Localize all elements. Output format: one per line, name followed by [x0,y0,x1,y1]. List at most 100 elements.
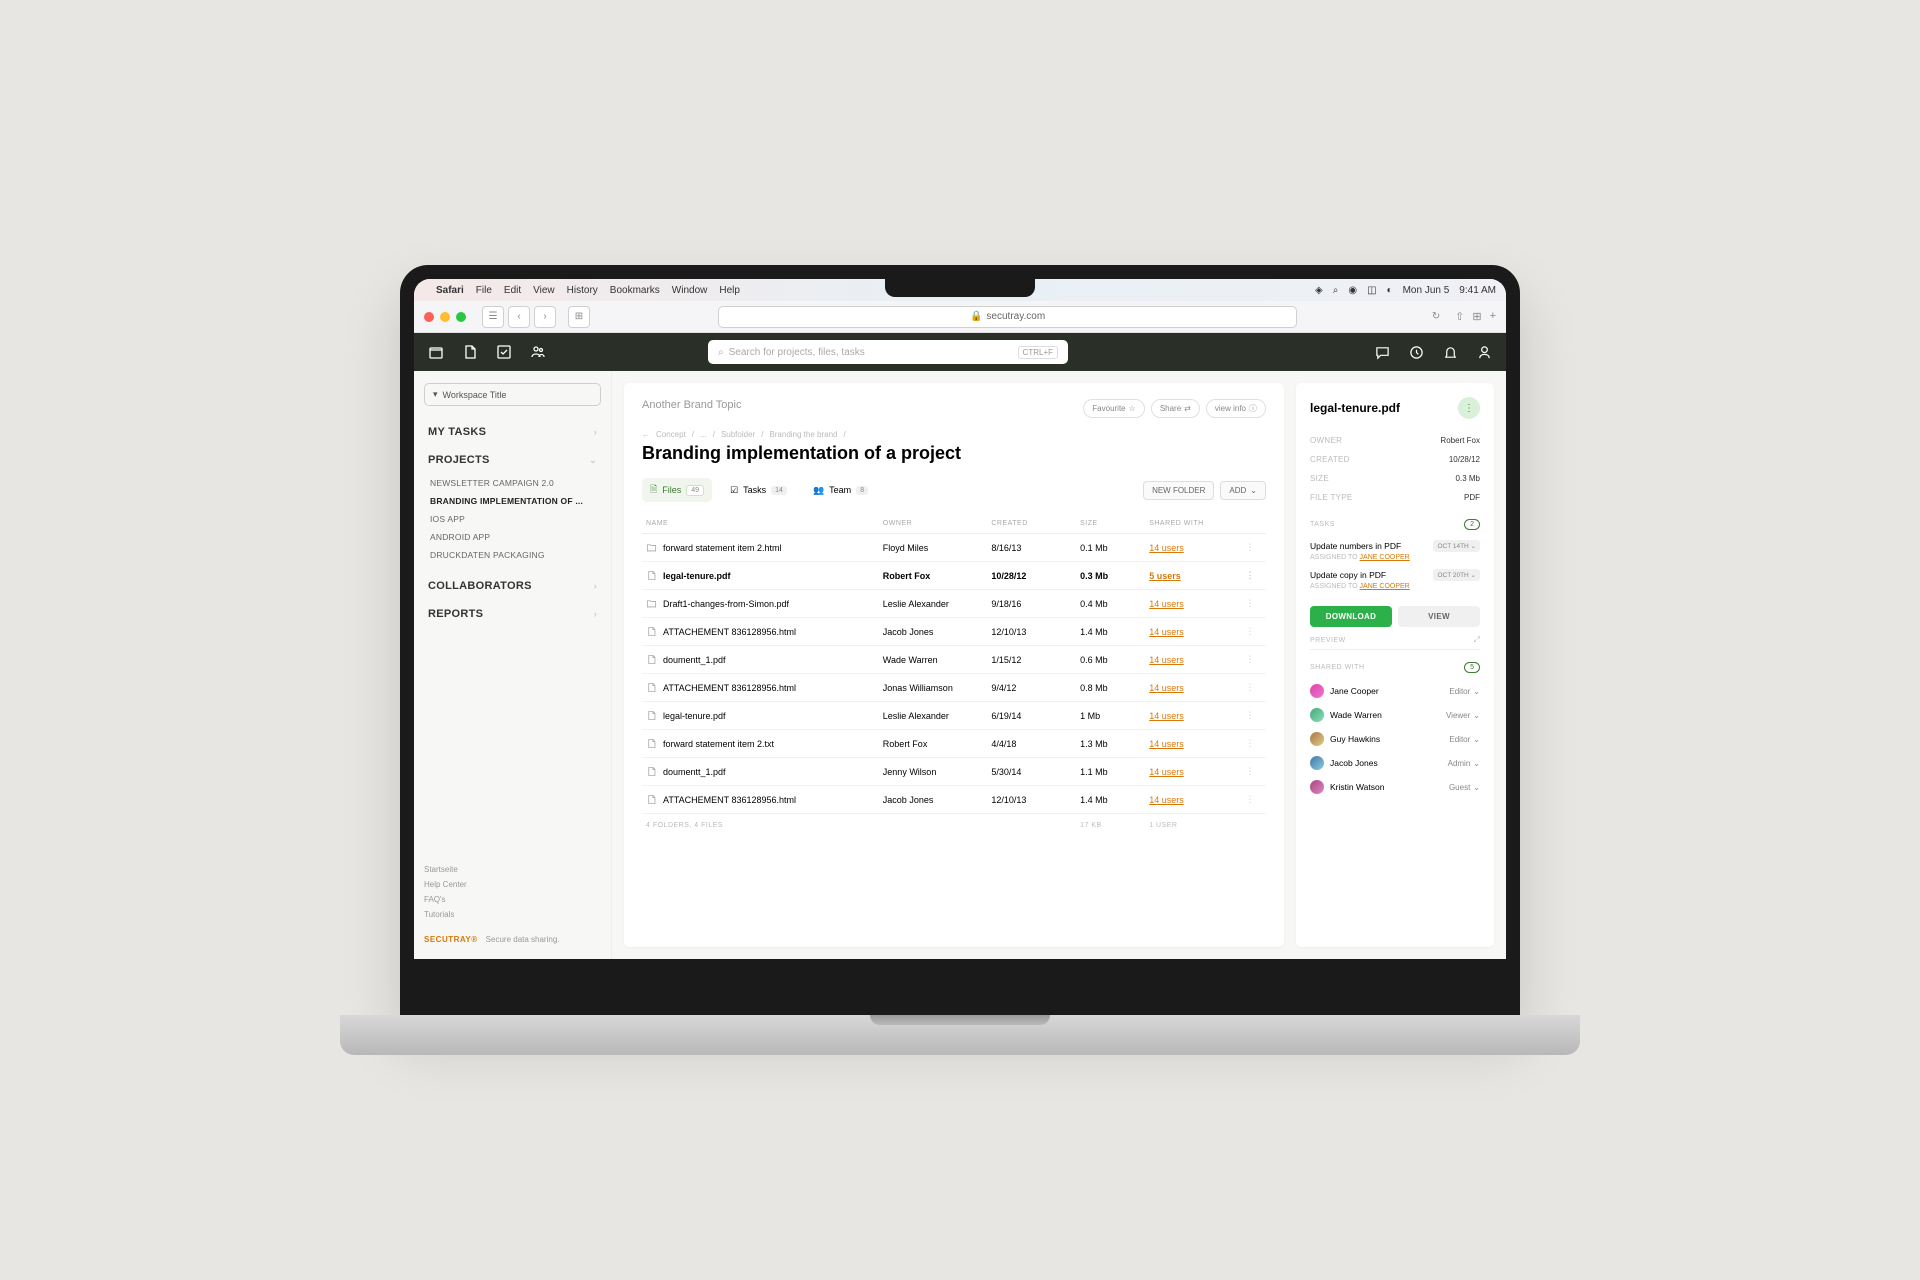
table-row[interactable]: ATTACHEMENT 836128956.htmlJacob Jones12/… [642,786,1266,814]
col-name[interactable]: NAME [646,520,883,527]
safari-forward-button[interactable]: › [534,306,556,328]
expand-icon[interactable]: ⤢ [1474,635,1480,645]
shared-with-link[interactable]: 5 users [1149,571,1181,581]
menubar-date[interactable]: Mon Jun 5 [1403,285,1450,296]
breadcrumb-item[interactable]: Subfolder [721,430,755,439]
sidebar-collaborators[interactable]: COLLABORATORS› [424,572,601,600]
table-row[interactable]: forward statement item 2.txtRobert Fox4/… [642,730,1266,758]
row-more-icon[interactable]: ⋮ [1238,598,1262,609]
menubar-time[interactable]: 9:41 AM [1459,285,1496,296]
role-selector[interactable]: Guest⌄ [1449,783,1480,792]
shared-with-link[interactable]: 14 users [1149,795,1184,805]
col-created[interactable]: CREATED [991,520,1080,527]
safari-sidebar-icon[interactable]: ☰ [482,306,504,328]
col-shared[interactable]: SHARED WITH [1149,520,1238,527]
bell-icon[interactable] [1442,344,1458,360]
project-item[interactable]: ANDROID APP [424,528,601,546]
shared-with-link[interactable]: 14 users [1149,683,1184,693]
sidebar-reports[interactable]: REPORTS› [424,600,601,628]
footer-link[interactable]: Tutorials [424,907,601,922]
role-selector[interactable]: Editor⌄ [1449,735,1480,744]
menubar-app[interactable]: Safari [436,285,464,296]
table-row[interactable]: doumentt_1.pdfJenny Wilson5/30/141.1 Mb1… [642,758,1266,786]
task-assignee-link[interactable]: JANE COOPER [1360,554,1410,561]
search-icon[interactable]: ⌕ [1333,285,1339,296]
menubar-help[interactable]: Help [719,285,740,296]
file-icon[interactable] [462,344,478,360]
shared-with-link[interactable]: 14 users [1149,655,1184,665]
details-menu-button[interactable]: ⋮ [1458,397,1480,419]
footer-link[interactable]: Startseite [424,862,601,877]
menubar-bookmarks[interactable]: Bookmarks [610,285,660,296]
chat-icon[interactable] [1374,344,1390,360]
shared-with-link[interactable]: 14 users [1149,767,1184,777]
breadcrumb-item[interactable]: Concept [656,430,686,439]
task-item[interactable]: Update copy in PDFOCT 20TH ⌄ASSIGNED TO … [1310,565,1480,594]
footer-link[interactable]: FAQ's [424,892,601,907]
row-more-icon[interactable]: ⋮ [1238,626,1262,637]
project-item[interactable]: DRUCKDATEN PACKAGING [424,546,601,564]
window-maximize[interactable] [456,312,466,322]
row-more-icon[interactable]: ⋮ [1238,710,1262,721]
table-row[interactable]: doumentt_1.pdfWade Warren1/15/120.6 Mb14… [642,646,1266,674]
table-row[interactable]: forward statement item 2.htmlFloyd Miles… [642,534,1266,562]
add-button[interactable]: ADD⌄ [1220,481,1266,500]
shared-with-link[interactable]: 14 users [1149,543,1184,553]
download-button[interactable]: DOWNLOAD [1310,606,1392,627]
view-button[interactable]: VIEW [1398,606,1480,627]
sidebar-projects[interactable]: PROJECTS⌄ [424,446,601,474]
tab-team[interactable]: 👥 Team 8 [805,481,876,500]
user-icon[interactable]: ◉ [1348,285,1357,296]
safari-tabs-icon[interactable]: ⊞ [1472,310,1481,323]
project-item[interactable]: NEWSLETTER CAMPAIGN 2.0 [424,474,601,492]
share-button[interactable]: Share⇄ [1151,399,1200,418]
table-row[interactable]: ATTACHEMENT 836128956.htmlJacob Jones12/… [642,618,1266,646]
project-item[interactable]: BRANDING IMPLEMENTATION OF ... [424,492,601,510]
team-icon[interactable] [530,344,546,360]
sidebar-my-tasks[interactable]: MY TASKS› [424,418,601,446]
wifi-icon[interactable]: ◈ [1315,285,1323,296]
shared-with-link[interactable]: 14 users [1149,599,1184,609]
window-minimize[interactable] [440,312,450,322]
menubar-edit[interactable]: Edit [504,285,521,296]
tab-files[interactable]: 🗎 Files 49 [642,478,712,502]
safari-panel-icon[interactable]: ⊞ [568,306,590,328]
safari-url-bar[interactable]: 🔒 secutray.com [718,306,1297,328]
row-more-icon[interactable]: ⋮ [1238,766,1262,777]
col-owner[interactable]: OWNER [883,520,992,527]
safari-share-icon[interactable]: ⇧ [1455,310,1464,323]
table-row[interactable]: Draft1-changes-from-Simon.pdfLeslie Alex… [642,590,1266,618]
task-assignee-link[interactable]: JANE COOPER [1360,583,1410,590]
safari-newtab-icon[interactable]: + [1490,310,1496,323]
menubar-history[interactable]: History [567,285,598,296]
col-size[interactable]: SIZE [1080,520,1149,527]
clock-icon[interactable] [1408,344,1424,360]
row-more-icon[interactable]: ⋮ [1238,570,1262,581]
siri-icon[interactable]: ◐ [1387,285,1393,296]
breadcrumb-item[interactable]: ... [700,430,707,439]
table-row[interactable]: legal-tenure.pdfRobert Fox10/28/120.3 Mb… [642,562,1266,590]
shared-with-link[interactable]: 14 users [1149,739,1184,749]
row-more-icon[interactable]: ⋮ [1238,682,1262,693]
role-selector[interactable]: Editor⌄ [1449,687,1480,696]
new-folder-button[interactable]: NEW FOLDER [1143,481,1214,500]
table-row[interactable]: legal-tenure.pdfLeslie Alexander6/19/141… [642,702,1266,730]
safari-back-button[interactable]: ‹ [508,306,530,328]
task-item[interactable]: Update numbers in PDFOCT 14TH ⌄ASSIGNED … [1310,536,1480,565]
favourite-button[interactable]: Favourite☆ [1083,399,1145,418]
row-more-icon[interactable]: ⋮ [1238,542,1262,553]
search-input[interactable]: ⌕Search for projects, files, tasks CTRL+… [708,340,1068,364]
footer-link[interactable]: Help Center [424,877,601,892]
role-selector[interactable]: Viewer⌄ [1446,711,1480,720]
tab-tasks[interactable]: ☑ Tasks 14 [722,481,795,500]
shared-with-link[interactable]: 14 users [1149,627,1184,637]
profile-icon[interactable] [1476,344,1492,360]
breadcrumb-item[interactable]: Branding the brand [769,430,837,439]
table-row[interactable]: ATTACHEMENT 836128956.htmlJonas Williams… [642,674,1266,702]
menubar-file[interactable]: File [476,285,492,296]
window-close[interactable] [424,312,434,322]
workspace-selector[interactable]: ▾ Workspace Title [424,383,601,406]
shared-with-link[interactable]: 14 users [1149,711,1184,721]
row-more-icon[interactable]: ⋮ [1238,654,1262,665]
role-selector[interactable]: Admin⌄ [1448,759,1480,768]
